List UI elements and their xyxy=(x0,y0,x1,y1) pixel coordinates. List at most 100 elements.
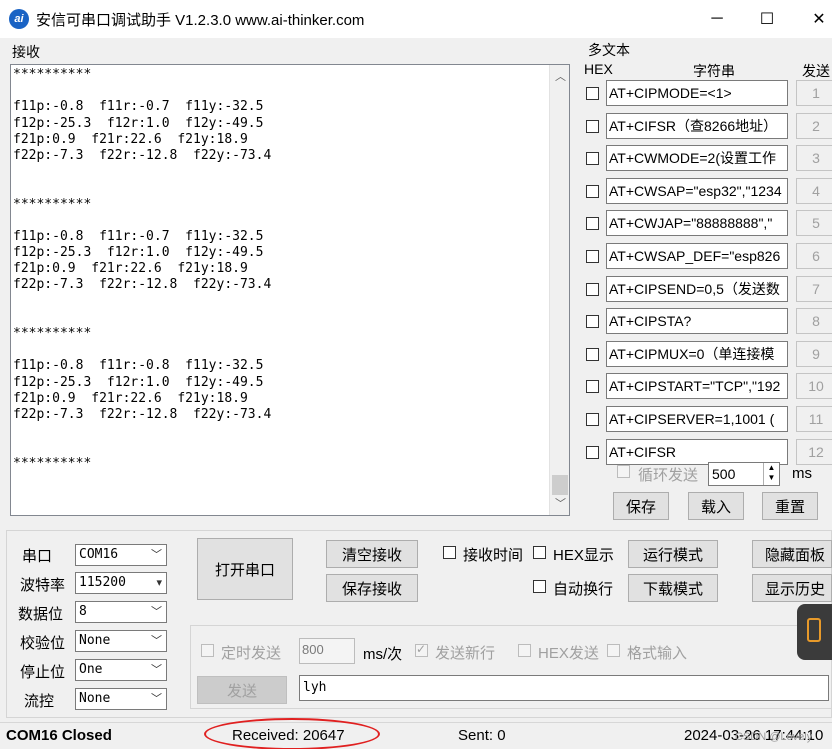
multitext-hex-checkbox[interactable] xyxy=(586,413,599,426)
multitext-input[interactable]: AT+CWSAP="esp32","1234 xyxy=(606,177,788,204)
port-value: COM16 xyxy=(79,547,119,562)
multitext-input[interactable]: AT+CWMODE=2(设置工作 xyxy=(606,145,788,172)
clear-receive-button[interactable]: 清空接收 xyxy=(326,540,418,568)
multitext-input[interactable]: AT+CIPSERVER=1,1001 ( xyxy=(606,406,788,432)
multitext-row: AT+CIPSTART="TCP","192 10 xyxy=(584,373,832,401)
multitext-input[interactable]: AT+CIFSR xyxy=(606,438,788,465)
auto-wrap-checkbox[interactable] xyxy=(533,580,546,593)
watermark: CSDN @Lovely xyxy=(735,731,813,743)
multitext-hex-checkbox[interactable] xyxy=(586,445,599,459)
stopbits-label: 停止位 xyxy=(20,664,66,681)
multitext-input[interactable]: AT+CIPSTART="TCP","192 xyxy=(606,373,788,400)
multitext-hex-checkbox[interactable] xyxy=(586,152,599,166)
multitext-input[interactable]: AT+CIFSR（查8266地址） xyxy=(606,112,788,139)
sent-count: Sent: 0 xyxy=(458,727,506,744)
scroll-down-icon[interactable]: ﹀ xyxy=(555,495,566,511)
loop-interval-input[interactable]: 500 ▲ ▼ xyxy=(708,462,780,486)
close-button[interactable]: ✕ xyxy=(796,0,832,38)
baud-value: 115200 xyxy=(79,575,126,590)
multitext-input[interactable]: AT+CIPMODE=<1> xyxy=(606,80,788,106)
multitext-send-button[interactable]: 3 xyxy=(796,145,832,172)
open-port-button[interactable]: 打开串口 xyxy=(197,538,293,600)
scroll-up-icon[interactable]: ︿ xyxy=(555,68,566,84)
multitext-send-button[interactable]: 2 xyxy=(796,112,832,139)
window-title: 安信可串口调试助手 V1.2.3.0 www.ai-thinker.com xyxy=(36,12,365,29)
timed-send-checkbox[interactable] xyxy=(201,644,214,657)
multitext-input[interactable]: AT+CIPMUX=0（单连接模 xyxy=(606,340,788,367)
receive-line: f22p:-7.3 f22r:-12.8 f22y:-73.4 xyxy=(13,277,272,293)
multi-reset-button[interactable]: 重置 xyxy=(762,492,818,520)
multitext-send-button[interactable]: 1 xyxy=(796,80,832,106)
side-widget[interactable] xyxy=(797,604,832,660)
multitext-send-button[interactable]: 7 xyxy=(796,275,832,302)
multitext-send-button[interactable]: 4 xyxy=(796,177,832,204)
multitext-send-button[interactable]: 10 xyxy=(796,373,832,400)
multitext-send-button[interactable]: 11 xyxy=(796,406,832,432)
multitext-group-label: 多文本 xyxy=(588,42,630,58)
parity-select[interactable]: None ﹀ xyxy=(75,630,167,652)
receive-line: f21p:0.9 f21r:22.6 f21y:18.9 xyxy=(13,131,248,147)
run-mode-button[interactable]: 运行模式 xyxy=(628,540,718,568)
hex-send-checkbox[interactable] xyxy=(518,644,531,657)
maximize-button[interactable]: ☐ xyxy=(744,0,790,38)
loop-send-checkbox[interactable] xyxy=(617,465,630,478)
flow-value: None xyxy=(79,691,111,706)
chevron-down-icon: ﹀ xyxy=(151,663,162,676)
multitext-send-button[interactable]: 6 xyxy=(796,243,832,269)
format-input-checkbox[interactable] xyxy=(607,644,620,657)
parity-label: 校验位 xyxy=(20,635,66,652)
multitext-hex-checkbox[interactable] xyxy=(586,119,599,133)
hex-display-checkbox[interactable] xyxy=(533,546,546,559)
chevron-down-icon: ﹀ xyxy=(151,548,162,561)
baud-select[interactable]: 115200 ▾ xyxy=(75,572,167,594)
receive-line: f11p:-0.8 f11r:-0.8 f11y:-32.5 xyxy=(13,358,264,374)
multi-load-button[interactable]: 载入 xyxy=(688,492,744,520)
flow-select[interactable]: None ﹀ xyxy=(75,688,167,710)
scroll-thumb[interactable] xyxy=(552,475,568,495)
receive-line: f11p:-0.8 f11r:-0.7 f11y:-32.5 xyxy=(13,228,264,244)
multitext-hex-checkbox[interactable] xyxy=(586,282,599,296)
receive-line: f21p:0.9 f21r:22.6 f21y:18.9 xyxy=(13,261,248,277)
title-bar: ai 安信可串口调试助手 V1.2.3.0 www.ai-thinker.com… xyxy=(0,0,832,38)
save-receive-button[interactable]: 保存接收 xyxy=(326,574,418,602)
download-mode-button[interactable]: 下载模式 xyxy=(628,574,718,602)
multitext-send-button[interactable]: 8 xyxy=(796,308,832,335)
spin-arrows-icon[interactable]: ▲ ▼ xyxy=(763,463,779,485)
stopbits-select[interactable]: One ﹀ xyxy=(75,659,167,681)
multitext-hex-checkbox[interactable] xyxy=(586,184,599,198)
multitext-hex-checkbox[interactable] xyxy=(586,250,599,263)
send-newline-checkbox[interactable] xyxy=(415,642,428,657)
multitext-send-button[interactable]: 9 xyxy=(796,340,832,367)
multitext-row: AT+CIPSTA? 8 xyxy=(584,308,832,336)
multitext-input[interactable]: AT+CWSAP_DEF="esp826 xyxy=(606,243,788,269)
multitext-input[interactable]: AT+CIPSTA? xyxy=(606,308,788,335)
multitext-send-button[interactable]: 5 xyxy=(796,210,832,237)
multitext-send-button[interactable]: 12 xyxy=(796,438,832,465)
multitext-input[interactable]: AT+CIPSEND=0,5（发送数 xyxy=(606,275,788,302)
multitext-hex-checkbox[interactable] xyxy=(586,87,599,100)
status-bar: COM16 Closed Received: 20647 Sent: 0 202… xyxy=(0,722,832,749)
receive-time-label: 接收时间 xyxy=(463,547,524,564)
send-text-input[interactable]: lyh xyxy=(299,675,829,701)
dropdown-arrow-icon: ▾ xyxy=(156,576,162,589)
hide-panel-button[interactable]: 隐藏面板 xyxy=(752,540,832,568)
multitext-hex-checkbox[interactable] xyxy=(586,347,599,361)
receive-textarea[interactable]: ********** f11p:-0.8 f11r:-0.7 f11y:-32.5… xyxy=(10,64,570,516)
multitext-hex-checkbox[interactable] xyxy=(586,217,599,231)
multitext-hex-checkbox[interactable] xyxy=(586,315,599,329)
multitext-row: AT+CIPSERVER=1,1001 ( 11 xyxy=(584,406,832,434)
databits-select[interactable]: 8 ﹀ xyxy=(75,601,167,623)
interval-input[interactable]: 800 xyxy=(299,638,355,664)
receive-scrollbar[interactable]: ︿ ﹀ xyxy=(549,65,569,515)
receive-text: ********** f11p:-0.8 f11r:-0.7 f11y:-32.5… xyxy=(13,67,549,472)
receive-time-checkbox[interactable] xyxy=(443,546,456,559)
multi-save-button[interactable]: 保存 xyxy=(613,492,669,520)
stopbits-value: One xyxy=(79,662,103,677)
show-history-button[interactable]: 显示历史 xyxy=(752,574,832,602)
multitext-input[interactable]: AT+CWJAP="88888888"," xyxy=(606,210,788,237)
send-button[interactable]: 发送 xyxy=(197,676,287,704)
multitext-hex-checkbox[interactable] xyxy=(586,380,599,394)
port-label: 串口 xyxy=(22,548,53,565)
minimize-button[interactable]: ─ xyxy=(694,0,740,38)
port-select[interactable]: COM16 ﹀ xyxy=(75,544,167,566)
